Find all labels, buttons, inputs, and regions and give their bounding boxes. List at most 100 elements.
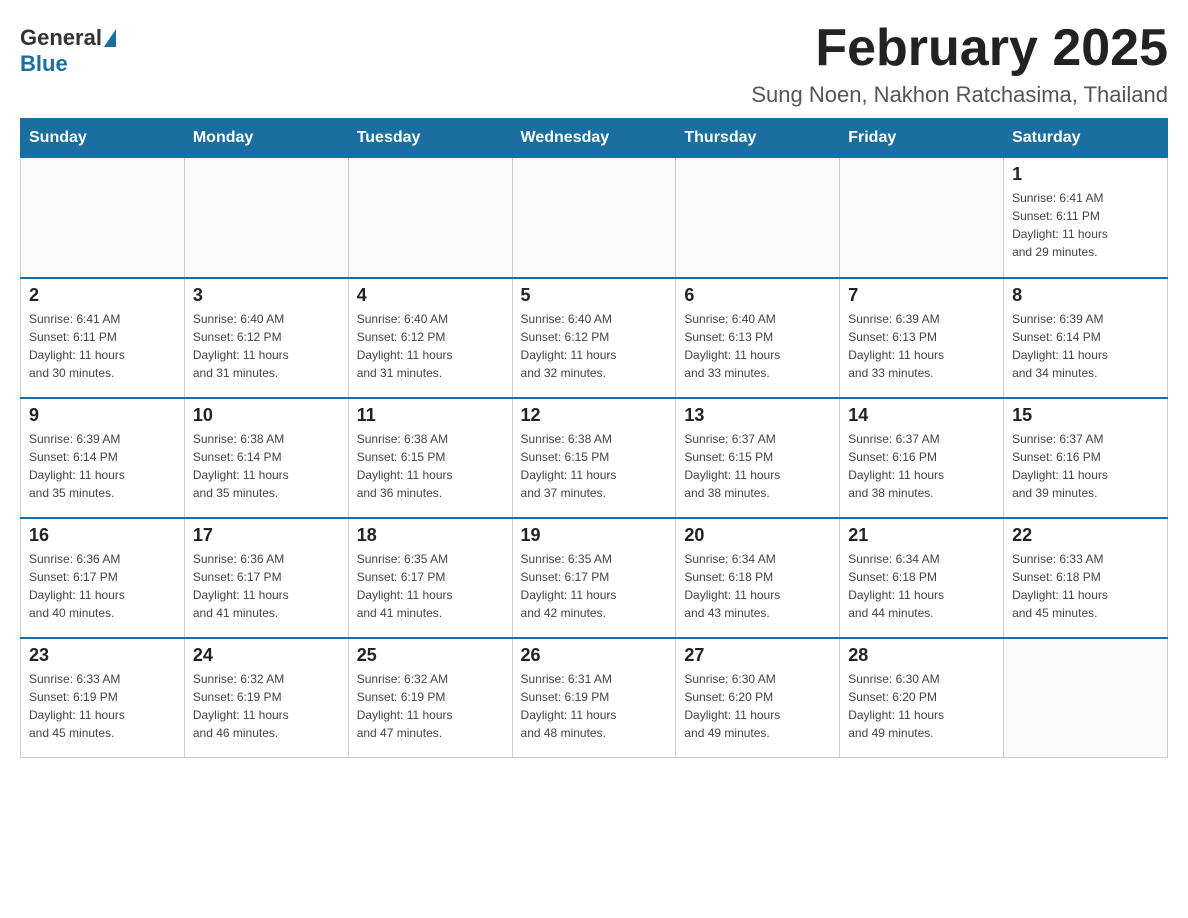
weekday-header-monday: Monday: [184, 119, 348, 158]
day-number: 27: [684, 645, 831, 666]
calendar-cell: 15Sunrise: 6:37 AM Sunset: 6:16 PM Dayli…: [1004, 398, 1168, 518]
calendar-cell: 16 Sunrise: 6:36 AM Sunset: 6:17 PM Dayli…: [21, 518, 185, 638]
calendar-cell: 13 Sunrise: 6:37 AM Sunset: 6:15 PM Dayli…: [676, 398, 840, 518]
calendar-cell: 19 Sunrise: 6:35 AM Sunset: 6:17 PM Dayli…: [512, 518, 676, 638]
day-number: 1: [1012, 164, 1159, 185]
day-info: Sunrise: 6:32 AM Sunset: 6:19 PM Dayligh…: [193, 670, 340, 742]
day-info: Sunrise: 6:37 AM Sunset: 6:16 PM Dayligh…: [848, 430, 995, 502]
day-number: 13: [684, 405, 831, 426]
day-number: 21: [848, 525, 995, 546]
calendar-cell: 21 Sunrise: 6:34 AM Sunset: 6:18 PM Dayli…: [840, 518, 1004, 638]
day-number: 28: [848, 645, 995, 666]
calendar-cell: 20 Sunrise: 6:34 AM Sunset: 6:18 PM Dayli…: [676, 518, 840, 638]
day-info: Sunrise: 6:30 AM Sunset: 6:20 PM Dayligh…: [684, 670, 831, 742]
day-number: 24: [193, 645, 340, 666]
day-number: 3: [193, 285, 340, 306]
calendar-week-row: 1 Sunrise: 6:41 AM Sunset: 6:11 PM Daylig…: [21, 158, 1168, 278]
calendar-cell: 18 Sunrise: 6:35 AM Sunset: 6:17 PM Dayli…: [348, 518, 512, 638]
day-info: Sunrise: 6:37 AM Sunset: 6:16 PM Dayligh…: [1012, 430, 1159, 502]
day-info: Sunrise: 6:38 AM Sunset: 6:15 PM Dayligh…: [521, 430, 668, 502]
calendar-cell: [676, 158, 840, 278]
day-number: 19: [521, 525, 668, 546]
day-number: 10: [193, 405, 340, 426]
calendar-header: SundayMondayTuesdayWednesdayThursdayFrid…: [21, 119, 1168, 158]
calendar-cell: [512, 158, 676, 278]
title-section: February 2025 Sung Noen, Nakhon Ratchasi…: [751, 20, 1168, 108]
day-number: 17: [193, 525, 340, 546]
calendar-body: 1 Sunrise: 6:41 AM Sunset: 6:11 PM Daylig…: [21, 158, 1168, 758]
calendar-title: February 2025: [751, 20, 1168, 77]
calendar-cell: 25Sunrise: 6:32 AM Sunset: 6:19 PM Dayli…: [348, 638, 512, 758]
calendar-cell: [840, 158, 1004, 278]
day-info: Sunrise: 6:40 AM Sunset: 6:12 PM Dayligh…: [521, 310, 668, 382]
day-info: Sunrise: 6:32 AM Sunset: 6:19 PM Dayligh…: [357, 670, 504, 742]
calendar-cell: 24 Sunrise: 6:32 AM Sunset: 6:19 PM Dayli…: [184, 638, 348, 758]
calendar-cell: 5 Sunrise: 6:40 AM Sunset: 6:12 PM Daylig…: [512, 278, 676, 398]
calendar-cell: 23Sunrise: 6:33 AM Sunset: 6:19 PM Dayli…: [21, 638, 185, 758]
calendar-cell: 26Sunrise: 6:31 AM Sunset: 6:19 PM Dayli…: [512, 638, 676, 758]
calendar-cell: 1 Sunrise: 6:41 AM Sunset: 6:11 PM Daylig…: [1004, 158, 1168, 278]
day-info: Sunrise: 6:35 AM Sunset: 6:17 PM Dayligh…: [357, 550, 504, 622]
day-number: 7: [848, 285, 995, 306]
calendar-cell: [1004, 638, 1168, 758]
logo-general-text: General: [20, 25, 116, 51]
weekday-header-wednesday: Wednesday: [512, 119, 676, 158]
day-number: 16: [29, 525, 176, 546]
calendar-cell: 3 Sunrise: 6:40 AM Sunset: 6:12 PM Daylig…: [184, 278, 348, 398]
logo-blue-text: Blue: [20, 51, 68, 77]
calendar-week-row: 2Sunrise: 6:41 AM Sunset: 6:11 PM Daylig…: [21, 278, 1168, 398]
day-number: 22: [1012, 525, 1159, 546]
day-info: Sunrise: 6:40 AM Sunset: 6:12 PM Dayligh…: [357, 310, 504, 382]
day-number: 4: [357, 285, 504, 306]
day-number: 6: [684, 285, 831, 306]
day-info: Sunrise: 6:37 AM Sunset: 6:15 PM Dayligh…: [684, 430, 831, 502]
calendar-cell: 2Sunrise: 6:41 AM Sunset: 6:11 PM Daylig…: [21, 278, 185, 398]
weekday-header-sunday: Sunday: [21, 119, 185, 158]
day-number: 14: [848, 405, 995, 426]
day-info: Sunrise: 6:40 AM Sunset: 6:13 PM Dayligh…: [684, 310, 831, 382]
day-info: Sunrise: 6:33 AM Sunset: 6:18 PM Dayligh…: [1012, 550, 1159, 622]
calendar-cell: 12 Sunrise: 6:38 AM Sunset: 6:15 PM Dayli…: [512, 398, 676, 518]
day-info: Sunrise: 6:38 AM Sunset: 6:15 PM Dayligh…: [357, 430, 504, 502]
weekday-header-row: SundayMondayTuesdayWednesdayThursdayFrid…: [21, 119, 1168, 158]
day-info: Sunrise: 6:35 AM Sunset: 6:17 PM Dayligh…: [521, 550, 668, 622]
day-info: Sunrise: 6:36 AM Sunset: 6:17 PM Dayligh…: [29, 550, 176, 622]
calendar-table: SundayMondayTuesdayWednesdayThursdayFrid…: [20, 118, 1168, 758]
calendar-cell: 22 Sunrise: 6:33 AM Sunset: 6:18 PM Dayli…: [1004, 518, 1168, 638]
calendar-cell: 10 Sunrise: 6:38 AM Sunset: 6:14 PM Dayli…: [184, 398, 348, 518]
day-number: 23: [29, 645, 176, 666]
calendar-cell: 7 Sunrise: 6:39 AM Sunset: 6:13 PM Daylig…: [840, 278, 1004, 398]
calendar-cell: 6 Sunrise: 6:40 AM Sunset: 6:13 PM Daylig…: [676, 278, 840, 398]
calendar-cell: [184, 158, 348, 278]
calendar-cell: 11Sunrise: 6:38 AM Sunset: 6:15 PM Dayli…: [348, 398, 512, 518]
day-number: 2: [29, 285, 176, 306]
calendar-cell: 9Sunrise: 6:39 AM Sunset: 6:14 PM Daylig…: [21, 398, 185, 518]
calendar-cell: [348, 158, 512, 278]
day-info: Sunrise: 6:41 AM Sunset: 6:11 PM Dayligh…: [1012, 189, 1159, 261]
calendar-cell: 4 Sunrise: 6:40 AM Sunset: 6:12 PM Daylig…: [348, 278, 512, 398]
weekday-header-thursday: Thursday: [676, 119, 840, 158]
day-info: Sunrise: 6:38 AM Sunset: 6:14 PM Dayligh…: [193, 430, 340, 502]
day-number: 12: [521, 405, 668, 426]
day-number: 18: [357, 525, 504, 546]
day-info: Sunrise: 6:40 AM Sunset: 6:12 PM Dayligh…: [193, 310, 340, 382]
calendar-cell: 28 Sunrise: 6:30 AM Sunset: 6:20 PM Dayli…: [840, 638, 1004, 758]
calendar-subtitle: Sung Noen, Nakhon Ratchasima, Thailand: [751, 82, 1168, 108]
day-info: Sunrise: 6:36 AM Sunset: 6:17 PM Dayligh…: [193, 550, 340, 622]
day-info: Sunrise: 6:30 AM Sunset: 6:20 PM Dayligh…: [848, 670, 995, 742]
day-info: Sunrise: 6:39 AM Sunset: 6:13 PM Dayligh…: [848, 310, 995, 382]
day-number: 5: [521, 285, 668, 306]
weekday-header-tuesday: Tuesday: [348, 119, 512, 158]
weekday-header-friday: Friday: [840, 119, 1004, 158]
day-info: Sunrise: 6:34 AM Sunset: 6:18 PM Dayligh…: [684, 550, 831, 622]
logo-triangle-icon: [104, 29, 116, 47]
calendar-cell: 27 Sunrise: 6:30 AM Sunset: 6:20 PM Dayli…: [676, 638, 840, 758]
calendar-week-row: 9Sunrise: 6:39 AM Sunset: 6:14 PM Daylig…: [21, 398, 1168, 518]
logo: General Blue: [20, 20, 116, 77]
day-info: Sunrise: 6:34 AM Sunset: 6:18 PM Dayligh…: [848, 550, 995, 622]
calendar-week-row: 16 Sunrise: 6:36 AM Sunset: 6:17 PM Dayli…: [21, 518, 1168, 638]
calendar-cell: 14 Sunrise: 6:37 AM Sunset: 6:16 PM Dayli…: [840, 398, 1004, 518]
calendar-cell: 8Sunrise: 6:39 AM Sunset: 6:14 PM Daylig…: [1004, 278, 1168, 398]
calendar-cell: [21, 158, 185, 278]
day-number: 20: [684, 525, 831, 546]
